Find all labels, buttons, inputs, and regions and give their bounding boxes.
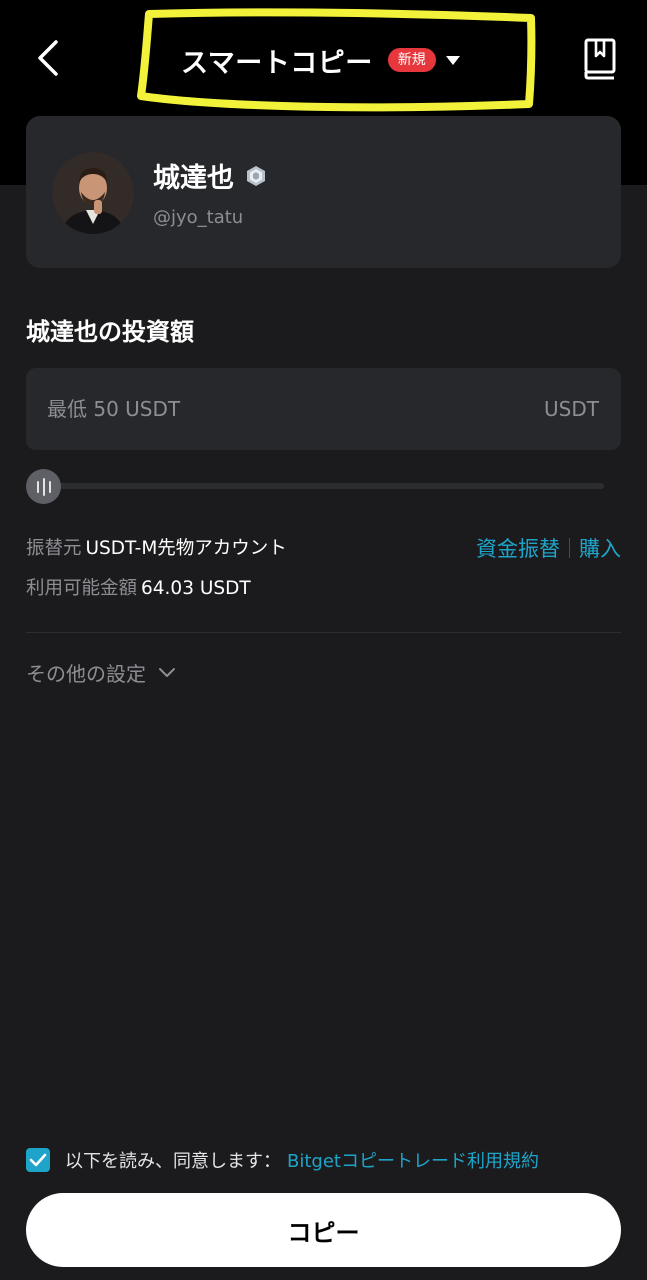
avatar [52,152,134,234]
amount-unit: USDT [544,397,599,421]
caret-down-icon [445,55,460,65]
buy-link[interactable]: 購入 [579,533,621,563]
source-value: USDT-M先物アカウント [85,538,287,559]
back-button[interactable] [22,30,74,86]
title-row: スマートコピー 新規 [181,40,460,80]
available-value: 64.03 USDT [141,578,251,599]
divider [26,632,621,633]
trader-name-row: 城達也 [153,156,268,195]
agreement-text: 以下を読み、同意します： [65,1151,281,1172]
trader-card[interactable]: 城達也 @jyo_tatu [26,116,621,268]
amount-slider-track[interactable] [40,483,604,489]
terms-link[interactable]: Bitgetコピートレード利用規約 [287,1147,539,1173]
check-icon [29,1153,47,1167]
other-settings-label: その他の設定 [26,662,146,686]
agreement-checkbox[interactable] [26,1148,50,1172]
page-title: スマートコピー [181,47,373,79]
amount-slider-thumb[interactable] [26,469,61,504]
title-selector[interactable]: スマートコピー 新規 [135,8,537,116]
available-label: 利用可能金額 [26,578,138,599]
chevron-down-icon [159,667,175,677]
transfer-link[interactable]: 資金振替 [476,533,560,563]
copy-button[interactable]: コピー [26,1193,621,1267]
available-balance-row: 利用可能金額 64.03 USDT [26,574,251,600]
guide-button[interactable] [580,36,620,82]
trader-name: 城達也 [153,163,234,194]
source-account-row: 振替元 USDT-M先物アカウント [26,534,287,560]
agreement-row: 以下を読み、同意します： Bitgetコピートレード利用規約 [26,1147,539,1173]
account-links: 資金振替 購入 [476,533,621,563]
book-icon [584,38,616,80]
source-label: 振替元 [26,538,82,559]
chevron-left-icon [38,40,58,76]
trader-handle: @jyo_tatu [153,207,244,228]
link-divider [569,538,570,558]
smart-copy-screen: スマートコピー 新規 城達也 @jyo_tatu 城達也の投資額 最低 50 U… [0,0,647,1280]
amount-field: USDT [26,368,621,450]
other-settings-toggle[interactable]: その他の設定 [26,658,176,687]
verified-badge-icon [247,165,265,186]
investment-section-title: 城達也の投資額 [26,318,194,346]
amount-input[interactable] [26,368,516,450]
new-badge: 新規 [387,48,436,72]
